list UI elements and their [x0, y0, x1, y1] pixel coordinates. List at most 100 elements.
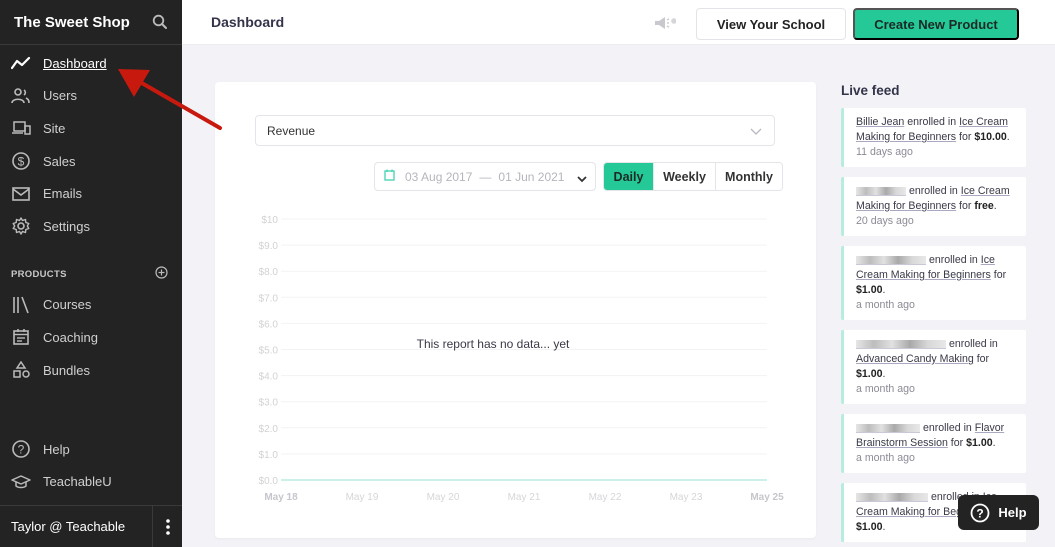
- account-name[interactable]: Taylor @ Teachable: [0, 519, 152, 534]
- help-button[interactable]: ? Help: [958, 495, 1039, 530]
- sidebar-item-label: Site: [43, 120, 66, 136]
- period-monthly-button[interactable]: Monthly: [715, 163, 782, 190]
- more-vertical-icon[interactable]: [152, 505, 182, 547]
- create-product-button[interactable]: Create New Product: [853, 8, 1019, 40]
- sidebar-item-bundles[interactable]: Bundles: [0, 354, 182, 387]
- sidebar-item-settings[interactable]: Settings: [0, 210, 182, 243]
- chevron-down-icon: [750, 125, 762, 139]
- y-tick-label: $0.0: [259, 476, 279, 487]
- sidebar-item-emails[interactable]: Emails: [0, 177, 182, 210]
- y-tick-label: $7.0: [259, 293, 279, 304]
- y-tick-label: $8.0: [259, 267, 279, 278]
- date-range-picker[interactable]: 03 Aug 2017 — 01 Jun 2021: [374, 162, 596, 191]
- feed-item-text: enrolled in Ice Cream Making for Beginne…: [856, 254, 1007, 296]
- sidebar-item-users[interactable]: Users: [0, 80, 182, 113]
- x-tick-label: May 19: [346, 492, 379, 503]
- envelope-icon: [11, 184, 31, 204]
- feed-amount: $1.00: [856, 521, 883, 533]
- svg-text:$: $: [18, 155, 25, 169]
- feed-timestamp: a month ago: [856, 452, 915, 464]
- topbar: Dashboard View Your School Create New Pr…: [182, 0, 1055, 45]
- period-weekly-button[interactable]: Weekly: [653, 163, 715, 190]
- metric-select[interactable]: Revenue: [255, 115, 775, 146]
- question-circle-icon: ?: [971, 503, 990, 522]
- live-feed: Billie Jean enrolled in Ice Cream Making…: [841, 108, 1026, 547]
- sidebar-item-site[interactable]: Site: [0, 112, 182, 145]
- feed-user-link[interactable]: Billie Jean: [856, 116, 904, 128]
- trend-line-icon: [11, 53, 31, 73]
- sidebar-footer: Taylor @ Teachable: [0, 505, 182, 547]
- sidebar-item-teachableu[interactable]: TeachableU: [0, 466, 182, 499]
- school-name[interactable]: The Sweet Shop: [14, 14, 130, 31]
- feed-item-text: Billie Jean enrolled in Ice Cream Making…: [856, 116, 1010, 143]
- chevron-down-icon: [577, 172, 587, 186]
- search-icon[interactable]: [152, 14, 168, 30]
- feed-item: Billie Jean enrolled in Ice Cream Making…: [841, 108, 1026, 167]
- users-icon: [11, 86, 31, 106]
- sidebar-item-label: Emails: [43, 186, 83, 202]
- calendar-icon: [384, 169, 395, 184]
- x-tick-label: May 23: [670, 492, 703, 503]
- redacted-user-name[interactable]: [856, 186, 906, 196]
- sidebar-item-dashboard[interactable]: Dashboard: [0, 47, 182, 80]
- help-button-label: Help: [998, 505, 1027, 520]
- feed-amount: $1.00: [856, 284, 883, 296]
- redacted-user-name[interactable]: [856, 492, 928, 502]
- x-tick-label: May 20: [427, 492, 460, 503]
- period-daily-button[interactable]: Daily: [604, 163, 653, 190]
- sidebar-item-coaching[interactable]: Coaching: [0, 321, 182, 354]
- live-feed-title: Live feed: [841, 83, 900, 98]
- y-tick-label: $2.0: [259, 424, 279, 435]
- sidebar-item-label: Sales: [43, 153, 76, 169]
- announcements-icon[interactable]: [654, 15, 677, 31]
- revenue-chart: $0.0 $1.0 $2.0 $3.0 $4.0 $5.0 $6.0 $7.0 $8.0 $9.0…: [259, 215, 785, 503]
- sidebar-item-label: Users: [43, 88, 77, 104]
- redacted-user-name[interactable]: [856, 423, 920, 433]
- sidebar-item-label: TeachableU: [43, 474, 112, 490]
- feed-amount: free: [974, 200, 994, 212]
- sidebar-item-label: Coaching: [43, 329, 98, 345]
- x-tick-label: May 22: [589, 492, 622, 503]
- shapes-icon: [11, 360, 31, 380]
- date-from: 03 Aug 2017: [405, 169, 473, 184]
- x-tick-label: May 25: [750, 492, 784, 503]
- sidebar-bottom-nav: ? Help TeachableU: [0, 433, 182, 498]
- empty-state-message: This report has no data... yet: [417, 337, 570, 351]
- calendar-note-icon: [11, 327, 31, 347]
- feed-item: enrolled in Flavor Brainstorm Session fo…: [841, 414, 1026, 473]
- y-tick-label: $5.0: [259, 346, 279, 357]
- view-school-button[interactable]: View Your School: [696, 8, 846, 40]
- y-tick-label: $6.0: [259, 319, 279, 330]
- feed-item-text: enrolled in Advanced Candy Making for $1…: [856, 338, 998, 380]
- feed-amount: $10.00: [974, 131, 1007, 143]
- graduation-cap-icon: [11, 472, 31, 492]
- sidebar-item-label: Bundles: [43, 362, 90, 378]
- feed-item: enrolled in Ice Cream Making for Beginne…: [841, 246, 1026, 320]
- sidebar-item-label: Courses: [43, 297, 92, 313]
- feed-item: enrolled in Advanced Candy Making for $1…: [841, 330, 1026, 404]
- products-section-header: PRODUCTS: [0, 263, 182, 287]
- redacted-user-name[interactable]: [856, 255, 926, 265]
- feed-course-link[interactable]: Advanced Candy Making: [856, 353, 974, 365]
- sidebar-item-label: Help: [43, 441, 70, 457]
- products-section-label: PRODUCTS: [11, 269, 67, 281]
- feed-item-text: enrolled in Ice Cream Making for Beginne…: [856, 185, 1010, 212]
- sidebar-item-label: Dashboard: [43, 55, 107, 71]
- question-circle-icon: ?: [11, 439, 31, 459]
- redacted-user-name[interactable]: [856, 339, 946, 349]
- y-tick-label: $4.0: [259, 372, 279, 383]
- add-product-icon[interactable]: [155, 265, 168, 284]
- sidebar: The Sweet Shop Dashboard Users Site $ Sa…: [0, 0, 182, 547]
- sidebar-item-sales[interactable]: $ Sales: [0, 145, 182, 178]
- feed-item: enrolled in Ice Cream Making for Beginne…: [841, 177, 1026, 236]
- devices-icon: [11, 118, 31, 138]
- report-card: Revenue 03 Aug 2017 — 01 Jun 2021 Daily …: [215, 82, 816, 538]
- metric-select-value: Revenue: [267, 123, 316, 138]
- sidebar-item-help[interactable]: ? Help: [0, 433, 182, 466]
- page-title: Dashboard: [211, 14, 285, 30]
- svg-text:?: ?: [977, 506, 984, 520]
- feed-timestamp: 20 days ago: [856, 215, 914, 227]
- sidebar-item-courses[interactable]: Courses: [0, 289, 182, 322]
- period-toggle: Daily Weekly Monthly: [603, 162, 783, 191]
- svg-text:?: ?: [18, 443, 25, 457]
